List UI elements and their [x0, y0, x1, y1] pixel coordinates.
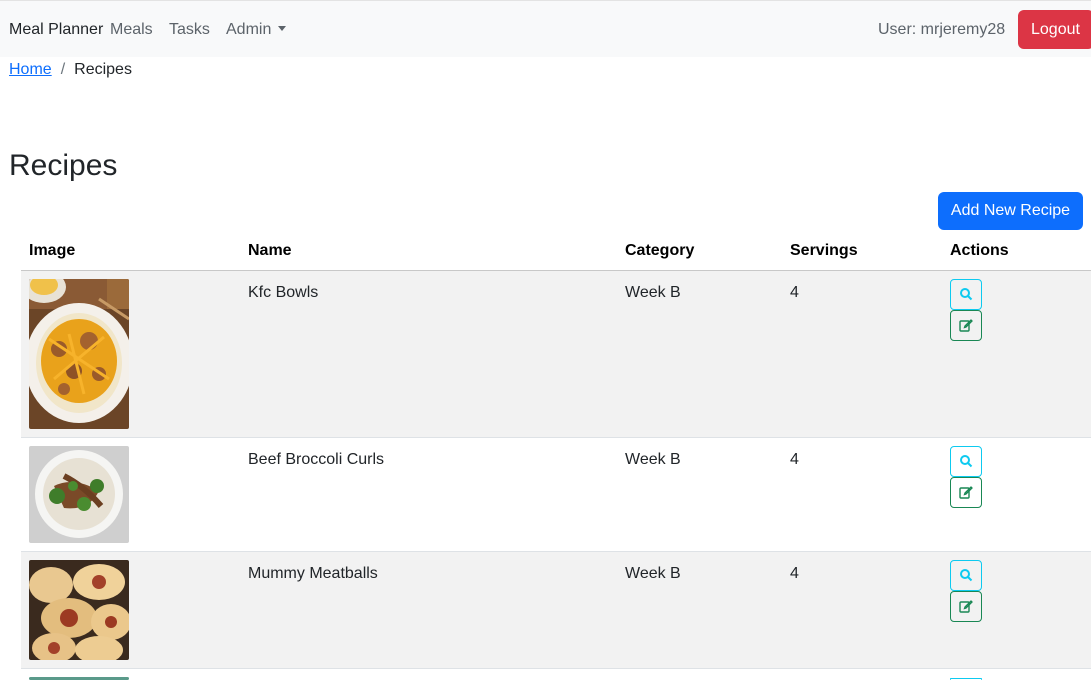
column-header-servings: Servings: [790, 242, 858, 259]
brand-link[interactable]: Meal Planner: [9, 20, 103, 40]
edit-icon: [959, 600, 973, 613]
recipe-servings: 4: [790, 284, 799, 301]
column-header-image: Image: [29, 242, 76, 259]
table-row: Mummy Meatballs Week B 4: [21, 552, 1091, 669]
view-recipe-button[interactable]: [950, 279, 982, 310]
edit-icon: [959, 486, 973, 499]
breadcrumb-current: Recipes: [74, 61, 132, 78]
view-recipe-button[interactable]: [950, 560, 982, 591]
table-row: Kfc Bowls Week B 4: [21, 271, 1091, 438]
chevron-down-icon: [278, 26, 287, 31]
edit-recipe-button[interactable]: [950, 591, 982, 622]
edit-recipe-button[interactable]: [950, 310, 982, 341]
breadcrumb-separator: /: [60, 61, 66, 78]
recipe-servings: 4: [790, 565, 799, 582]
recipe-servings: 4: [790, 451, 799, 468]
add-new-recipe-button[interactable]: Add New Recipe: [938, 192, 1083, 230]
column-header-actions: Actions: [950, 242, 1009, 259]
nav-dropdown-admin[interactable]: Admin: [226, 20, 287, 40]
nav-dropdown-admin-label: Admin: [226, 21, 272, 38]
recipe-category: Week B: [625, 565, 681, 582]
recipe-name: Beef Broccoli Curls: [248, 451, 385, 468]
edit-recipe-button[interactable]: [950, 477, 982, 508]
recipe-category: Week B: [625, 451, 681, 468]
table-row: [21, 669, 1091, 680]
recipe-name: Mummy Meatballs: [248, 565, 378, 582]
search-icon: [960, 288, 973, 301]
edit-icon: [959, 319, 973, 332]
search-icon: [960, 569, 973, 582]
search-icon: [960, 455, 973, 468]
column-header-category: Category: [625, 242, 695, 259]
breadcrumb: Home / Recipes: [9, 60, 132, 80]
recipe-image[interactable]: [29, 560, 129, 660]
top-navbar: Meal Planner Meals Tasks Admin User: mrj…: [0, 0, 1091, 57]
column-header-name: Name: [248, 242, 292, 259]
logout-button[interactable]: Logout: [1018, 10, 1091, 49]
table-row: Beef Broccoli Curls Week B 4: [21, 438, 1091, 552]
recipe-category: Week B: [625, 284, 681, 301]
current-user-label: User: mrjeremy28: [878, 21, 1006, 38]
recipe-image[interactable]: [29, 446, 129, 543]
page-title: Recipes: [9, 149, 118, 182]
recipe-name: Kfc Bowls: [248, 284, 319, 301]
view-recipe-button[interactable]: [950, 446, 982, 477]
recipe-image[interactable]: [29, 279, 129, 429]
breadcrumb-home-link[interactable]: Home: [9, 61, 52, 78]
nav-link-meals[interactable]: Meals: [110, 20, 153, 40]
nav-link-tasks[interactable]: Tasks: [169, 20, 210, 40]
